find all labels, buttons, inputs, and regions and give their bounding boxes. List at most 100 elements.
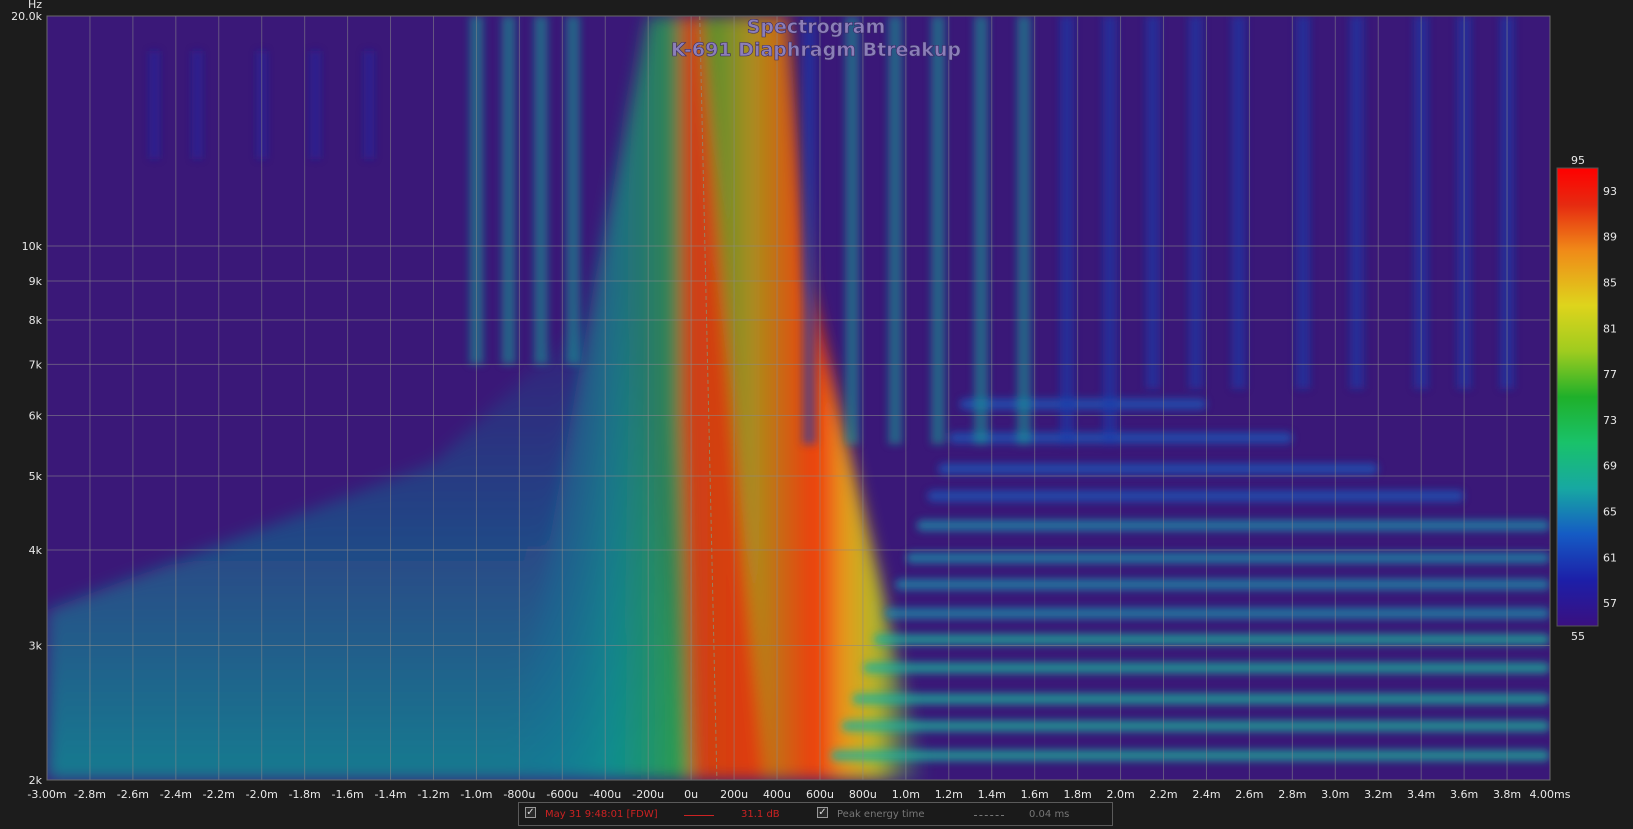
- x-tick-label: 800u: [849, 788, 877, 801]
- heat-striation: [566, 16, 581, 365]
- x-tick-label: -800u: [503, 788, 535, 801]
- y-tick-label: 8k: [29, 314, 43, 327]
- x-tick-label: -600u: [546, 788, 578, 801]
- peak-energy-value: 0.04 ms: [1029, 809, 1070, 820]
- y-tick-label: 10k: [22, 240, 43, 253]
- heat-streak: [852, 693, 1550, 705]
- x-tick-label: 1.4m: [978, 788, 1006, 801]
- heat-faint-strand: [364, 50, 375, 159]
- x-tick-label: -1.8m: [289, 788, 321, 801]
- heat-streak: [830, 750, 1550, 762]
- y-tick-label: 9k: [29, 275, 43, 288]
- plot-area: [47, 16, 1550, 780]
- series-line-swatch: [684, 815, 714, 816]
- heat-striation: [1059, 16, 1074, 445]
- x-tick-label: 2.6m: [1235, 788, 1263, 801]
- colorbar-tick-label: 93: [1603, 185, 1617, 198]
- colorbar-tick-label: 89: [1603, 231, 1617, 244]
- x-tick-label: -2.4m: [160, 788, 192, 801]
- heat-striation: [1231, 16, 1246, 389]
- x-tick-label: -400u: [589, 788, 621, 801]
- colorbar-tick-label: 85: [1603, 277, 1617, 290]
- heat-striation: [533, 16, 548, 365]
- series-level-value: 31.1 dB: [741, 809, 780, 820]
- heat-striation: [1145, 16, 1160, 389]
- heat-streak: [938, 463, 1379, 475]
- peak-energy-checkbox[interactable]: ✓: [817, 807, 828, 818]
- peak-energy-line-swatch: [974, 815, 1004, 816]
- peak-energy-label: Peak energy time: [837, 809, 925, 820]
- y-tick-label: 4k: [29, 544, 43, 557]
- colorbar-tick-label: 57: [1603, 597, 1617, 610]
- spectrogram-chart: -3.00m -2.8m -2.6m -2.4m -2.2m -2.0m -1.8m -1.6…: [11, 0, 1617, 801]
- colorbar-tick-label: 65: [1603, 506, 1617, 519]
- colorbar: 95 93 89 85 81 77 73 69 65 61 57 55: [1556, 154, 1617, 643]
- heat-streak: [895, 578, 1550, 590]
- y-tick-label: 3k: [29, 639, 43, 652]
- heat-streak: [959, 398, 1207, 410]
- x-axis-tick-labels: -3.00m -2.8m -2.6m -2.4m -2.2m -2.0m -1.8m -1.6…: [27, 788, 1570, 801]
- heat-streak: [884, 607, 1550, 619]
- heat-faint-strand: [149, 50, 160, 159]
- x-tick-label: 3.4m: [1407, 788, 1435, 801]
- chart-subtitle: K-691 Diaphragm Btreakup: [671, 39, 961, 61]
- heat-striation: [802, 16, 817, 445]
- colorbar-tick-label: 81: [1603, 322, 1617, 335]
- legend-bar: ✓ May 31 9:48:01 [FDW] 31.1 dB ✓ Peak en…: [518, 802, 1113, 826]
- x-tick-label: 3.8m: [1493, 788, 1521, 801]
- x-tick-label: 3.2m: [1364, 788, 1392, 801]
- heat-striation: [1349, 16, 1364, 389]
- x-tick-label: -3.00m: [27, 788, 66, 801]
- series-checkbox[interactable]: ✓: [525, 807, 536, 818]
- x-tick-label: -1.4m: [374, 788, 406, 801]
- x-tick-label: 3.0m: [1321, 788, 1349, 801]
- series-legend-label: May 31 9:48:01 [FDW]: [545, 809, 658, 820]
- x-tick-label: 1.2m: [935, 788, 963, 801]
- heat-striation: [845, 16, 860, 445]
- heat-striation: [1016, 16, 1031, 445]
- x-tick-label: -1.0m: [460, 788, 492, 801]
- heat-striation: [888, 16, 903, 445]
- x-tick-label: -200u: [632, 788, 664, 801]
- x-tick-label: -1.6m: [332, 788, 364, 801]
- heat-striation: [1102, 16, 1117, 445]
- x-tick-label: -2.2m: [203, 788, 235, 801]
- colorbar-tick-label: 73: [1603, 414, 1617, 427]
- heat-faint-strand: [192, 50, 203, 159]
- x-tick-label: 2.4m: [1192, 788, 1220, 801]
- y-tick-label: 6k: [29, 409, 43, 422]
- x-tick-label: 2.8m: [1278, 788, 1306, 801]
- x-tick-label: -1.2m: [417, 788, 449, 801]
- x-tick-label: 200u: [720, 788, 748, 801]
- x-tick-label: 400u: [763, 788, 791, 801]
- chart-title: Spectrogram: [747, 16, 886, 38]
- x-tick-label: 2.0m: [1106, 788, 1134, 801]
- x-tick-label: 1.8m: [1064, 788, 1092, 801]
- colorbar-tick-label: 69: [1603, 460, 1617, 473]
- heat-streak: [841, 720, 1550, 732]
- heat-striation: [974, 16, 989, 445]
- x-tick-label: 0u: [684, 788, 698, 801]
- x-tick-label: 600u: [806, 788, 834, 801]
- y-tick-label: 2k: [29, 774, 43, 787]
- x-tick-label: 4.00ms: [1530, 788, 1571, 801]
- y-tick-label: 5k: [29, 470, 43, 483]
- x-tick-label: 3.6m: [1450, 788, 1478, 801]
- x-tick-label: 1.0m: [892, 788, 920, 801]
- x-tick-label: -2.6m: [117, 788, 149, 801]
- colorbar-tick-label: 95: [1571, 154, 1585, 167]
- y-axis-tick-labels: 2k 3k 4k 5k 6k 7k 8k 9k 10k 20.0k: [11, 10, 42, 787]
- x-tick-label: 2.2m: [1149, 788, 1177, 801]
- y-tick-label: 20.0k: [11, 10, 42, 23]
- x-tick-label: -2.0m: [246, 788, 278, 801]
- colorbar-tick-label: 61: [1603, 551, 1617, 564]
- heat-streak: [905, 552, 1550, 564]
- y-axis-unit: Hz: [28, 0, 42, 11]
- heat-striation: [1188, 16, 1203, 389]
- heat-faint-strand: [310, 50, 321, 159]
- colorbar-gradient: [1556, 167, 1599, 627]
- x-tick-label: 1.6m: [1021, 788, 1049, 801]
- heat-striation: [931, 16, 946, 445]
- y-tick-label: 7k: [29, 358, 43, 371]
- heat-striation: [501, 16, 516, 365]
